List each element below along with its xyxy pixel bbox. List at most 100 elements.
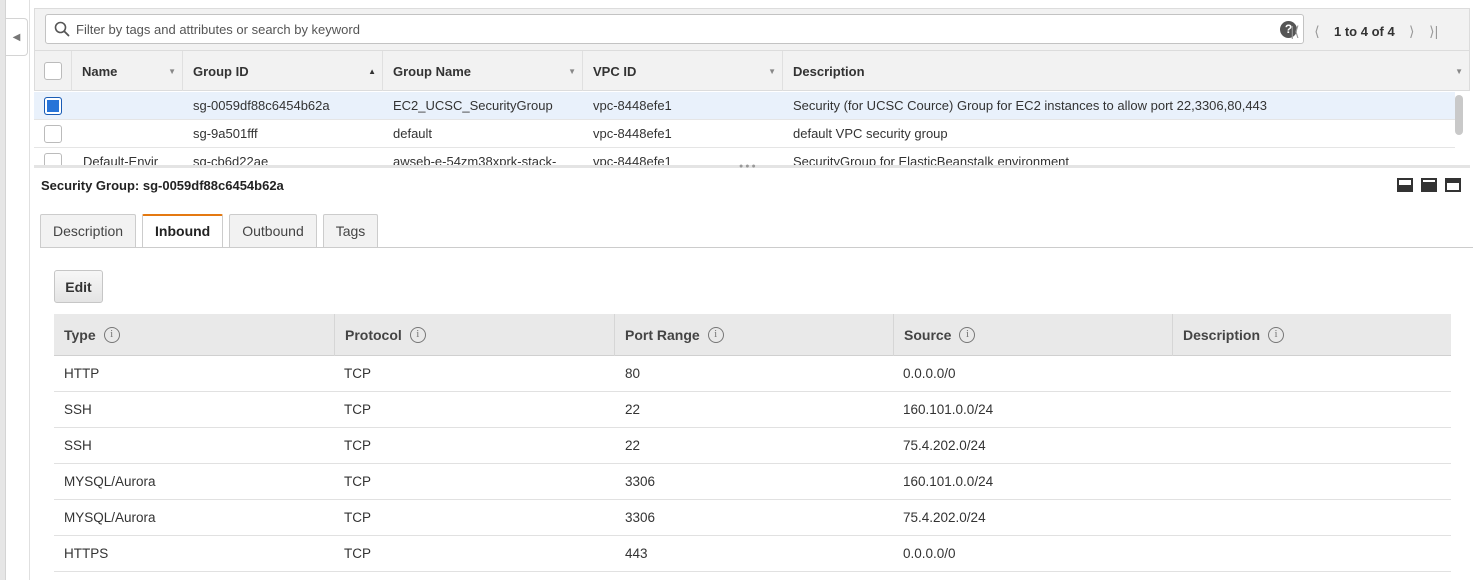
- search-icon: [54, 21, 70, 37]
- cell-vpc-id: vpc-8448efe1: [593, 126, 672, 141]
- cell-description: Security (for UCSC Cource) Group for EC2…: [793, 98, 1268, 113]
- cell-type: HTTP: [64, 366, 100, 381]
- cell-group-name: EC2_UCSC_SecurityGroup: [393, 98, 553, 113]
- chevron-down-icon: ▼: [168, 67, 176, 76]
- cell-source: 160.101.0.0/24: [903, 402, 994, 417]
- cell-source: 160.101.0.0/24: [903, 474, 994, 489]
- cell-source: 0.0.0.0/0: [903, 546, 956, 561]
- search-box[interactable]: ?: [45, 14, 1304, 44]
- col-header-name[interactable]: Name ▼: [71, 51, 182, 91]
- cell-source: 75.4.202.0/24: [903, 438, 986, 453]
- cell-port: 22: [625, 402, 641, 417]
- table-row: HTTPS TCP 443 0.0.0.0/0: [54, 536, 1451, 572]
- col-header-source: Source i: [893, 314, 1172, 356]
- cell-name: Default-Envir: [83, 154, 159, 165]
- cell-source: 0.0.0.0/0: [903, 366, 956, 381]
- layout-bottom-small-icon[interactable]: [1397, 178, 1413, 192]
- collapse-left-icon[interactable]: ◀: [6, 18, 28, 56]
- table-row: HTTP TCP 80 0.0.0.0/0: [54, 356, 1451, 392]
- col-header-group-name[interactable]: Group Name ▼: [382, 51, 582, 91]
- row-checkbox[interactable]: [44, 97, 62, 115]
- last-page-icon[interactable]: ⟩|: [1423, 23, 1445, 40]
- col-header-vpc-id[interactable]: VPC ID ▼: [582, 51, 782, 91]
- cell-protocol: TCP: [344, 546, 371, 561]
- info-icon[interactable]: i: [707, 327, 724, 344]
- tab-inbound[interactable]: Inbound: [142, 214, 224, 248]
- rules-header: Type i Protocol i Port Range i Source i Desc…: [54, 314, 1451, 356]
- col-header-description[interactable]: Description ▼: [782, 51, 1469, 91]
- tab-description[interactable]: Description: [40, 214, 137, 247]
- detail-tabs: Description Inbound Outbound Tags: [40, 214, 384, 248]
- prev-page-icon[interactable]: ⟨: [1306, 23, 1328, 40]
- table-row[interactable]: sg-0059df88c6454b62a EC2_UCSC_SecurityGr…: [34, 92, 1455, 120]
- cell-description: [1172, 500, 1182, 536]
- cell-group-id: sg-9a501fff: [193, 126, 258, 141]
- pane-splitter[interactable]: ●●●: [34, 163, 1470, 170]
- cell-type: HTTPS: [64, 546, 109, 561]
- cell-group-id: sg-cb6d22ae: [193, 154, 269, 165]
- info-icon[interactable]: i: [409, 327, 426, 344]
- first-page-icon[interactable]: |⟨: [1284, 23, 1306, 40]
- chevron-down-icon: ▼: [568, 67, 576, 76]
- cell-description: [1172, 392, 1182, 428]
- pager-text: 1 to 4 of 4: [1334, 23, 1395, 39]
- tab-tags[interactable]: Tags: [322, 214, 379, 247]
- security-group-list: sg-0059df88c6454b62a EC2_UCSC_SecurityGr…: [34, 92, 1470, 165]
- cell-port: 22: [625, 438, 641, 453]
- list-scrollbar[interactable]: [1455, 95, 1463, 135]
- cell-port: 3306: [625, 510, 656, 525]
- info-icon[interactable]: i: [1268, 327, 1285, 344]
- drag-handle-icon[interactable]: ●●●: [739, 163, 758, 170]
- cell-protocol: TCP: [344, 366, 371, 381]
- left-gutter: ◀: [0, 0, 30, 580]
- layout-icons: [1397, 178, 1461, 192]
- tab-outbound[interactable]: Outbound: [229, 214, 317, 247]
- col-header-protocol: Protocol i: [334, 314, 614, 356]
- filter-bar: ? |⟨ ⟨ 1 to 4 of 4 ⟩ ⟩|: [34, 8, 1470, 50]
- cell-protocol: TCP: [344, 438, 371, 453]
- col-header-description: Description i: [1172, 314, 1451, 356]
- table-row: SSH TCP 22 75.4.202.0/24: [54, 428, 1451, 464]
- cell-group-id: sg-0059df88c6454b62a: [193, 98, 330, 113]
- cell-group-name: default: [393, 126, 433, 141]
- cell-group-name: awseb-e-54zm38xprk-stack-: [393, 154, 557, 165]
- pagination: |⟨ ⟨ 1 to 4 of 4 ⟩ ⟩|: [1284, 21, 1445, 41]
- col-header-group-id[interactable]: Group ID ▲: [182, 51, 382, 91]
- info-icon[interactable]: i: [103, 327, 120, 344]
- cell-protocol: TCP: [344, 402, 371, 417]
- search-input[interactable]: [76, 19, 1266, 39]
- select-all-checkbox[interactable]: [44, 62, 62, 80]
- select-all-checkbox-cell: [35, 51, 71, 91]
- layout-bottom-large-icon[interactable]: [1421, 178, 1437, 192]
- info-icon[interactable]: i: [959, 327, 976, 344]
- cell-port: 3306: [625, 474, 656, 489]
- cell-source: 75.4.202.0/24: [903, 510, 986, 525]
- cell-type: SSH: [64, 438, 92, 453]
- inbound-rules-table: Type i Protocol i Port Range i Source i Desc…: [54, 314, 1451, 572]
- cell-description: [1172, 536, 1182, 572]
- row-checkbox[interactable]: [44, 153, 62, 165]
- grid-header: Name ▼ Group ID ▲ Group Name ▼ VPC ID ▼ Desc…: [34, 50, 1470, 91]
- cell-description: [1172, 464, 1182, 500]
- cell-type: MYSQL/Aurora: [64, 510, 156, 525]
- next-page-icon[interactable]: ⟩: [1401, 23, 1423, 40]
- chevron-down-icon: ▼: [1455, 67, 1463, 76]
- cell-port: 443: [625, 546, 648, 561]
- cell-description: [1172, 356, 1182, 392]
- cell-description: SecurityGroup for ElasticBeanstalk envir…: [793, 154, 1070, 165]
- table-row: SSH TCP 22 160.101.0.0/24: [54, 392, 1451, 428]
- row-checkbox[interactable]: [44, 125, 62, 143]
- col-header-port-range: Port Range i: [614, 314, 893, 356]
- cell-name: [83, 92, 183, 120]
- cell-protocol: TCP: [344, 474, 371, 489]
- cell-name: [83, 120, 183, 148]
- nav-edge: [0, 0, 6, 580]
- col-header-type: Type i: [54, 314, 334, 356]
- table-row: MYSQL/Aurora TCP 3306 160.101.0.0/24: [54, 464, 1451, 500]
- layout-full-icon[interactable]: [1445, 178, 1461, 192]
- cell-description: default VPC security group: [793, 126, 948, 141]
- cell-type: SSH: [64, 402, 92, 417]
- edit-button[interactable]: Edit: [54, 270, 103, 303]
- sort-asc-icon: ▲: [368, 67, 376, 76]
- table-row[interactable]: sg-9a501fff default vpc-8448efe1 default…: [34, 120, 1455, 148]
